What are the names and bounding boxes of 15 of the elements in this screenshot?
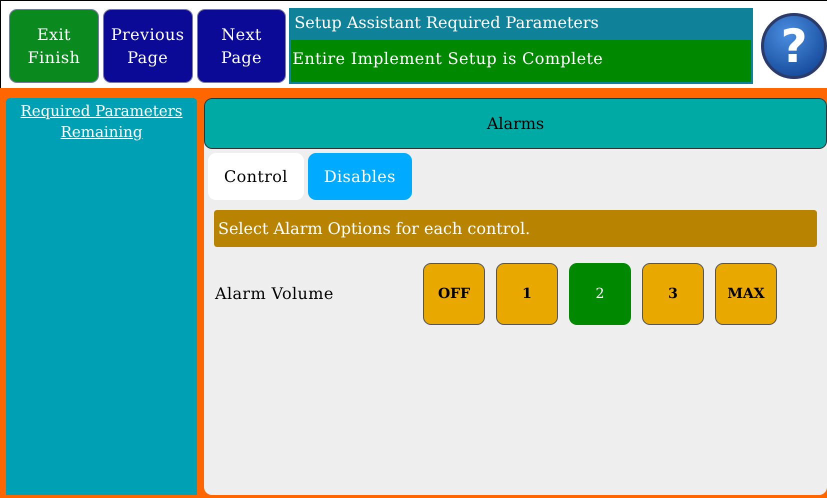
tab[interactable]: Control — [208, 153, 304, 200]
volume-option[interactable]: MAX — [715, 263, 777, 325]
toolbar-button[interactable]: Next Page — [196, 8, 286, 82]
volume-option[interactable]: 3 — [642, 263, 704, 325]
panel-title: Alarms — [486, 112, 544, 134]
header-title: Setup Assistant Required Parameters — [293, 12, 600, 34]
toolbar-button[interactable]: Previous Page — [102, 8, 193, 82]
instruction-text: Select Alarm Options for each control. — [218, 218, 530, 240]
setting-label: Alarm Volume — [215, 283, 335, 305]
volume-option[interactable]: 1 — [496, 263, 558, 325]
toolbar-button[interactable]: Exit Finish — [9, 8, 99, 82]
volume-option[interactable]: 2 — [569, 263, 631, 325]
volume-option[interactable]: OFF — [423, 263, 485, 325]
help-button[interactable]: ? — [761, 12, 827, 78]
status-message: Entire Implement Setup is Complete — [291, 40, 752, 82]
